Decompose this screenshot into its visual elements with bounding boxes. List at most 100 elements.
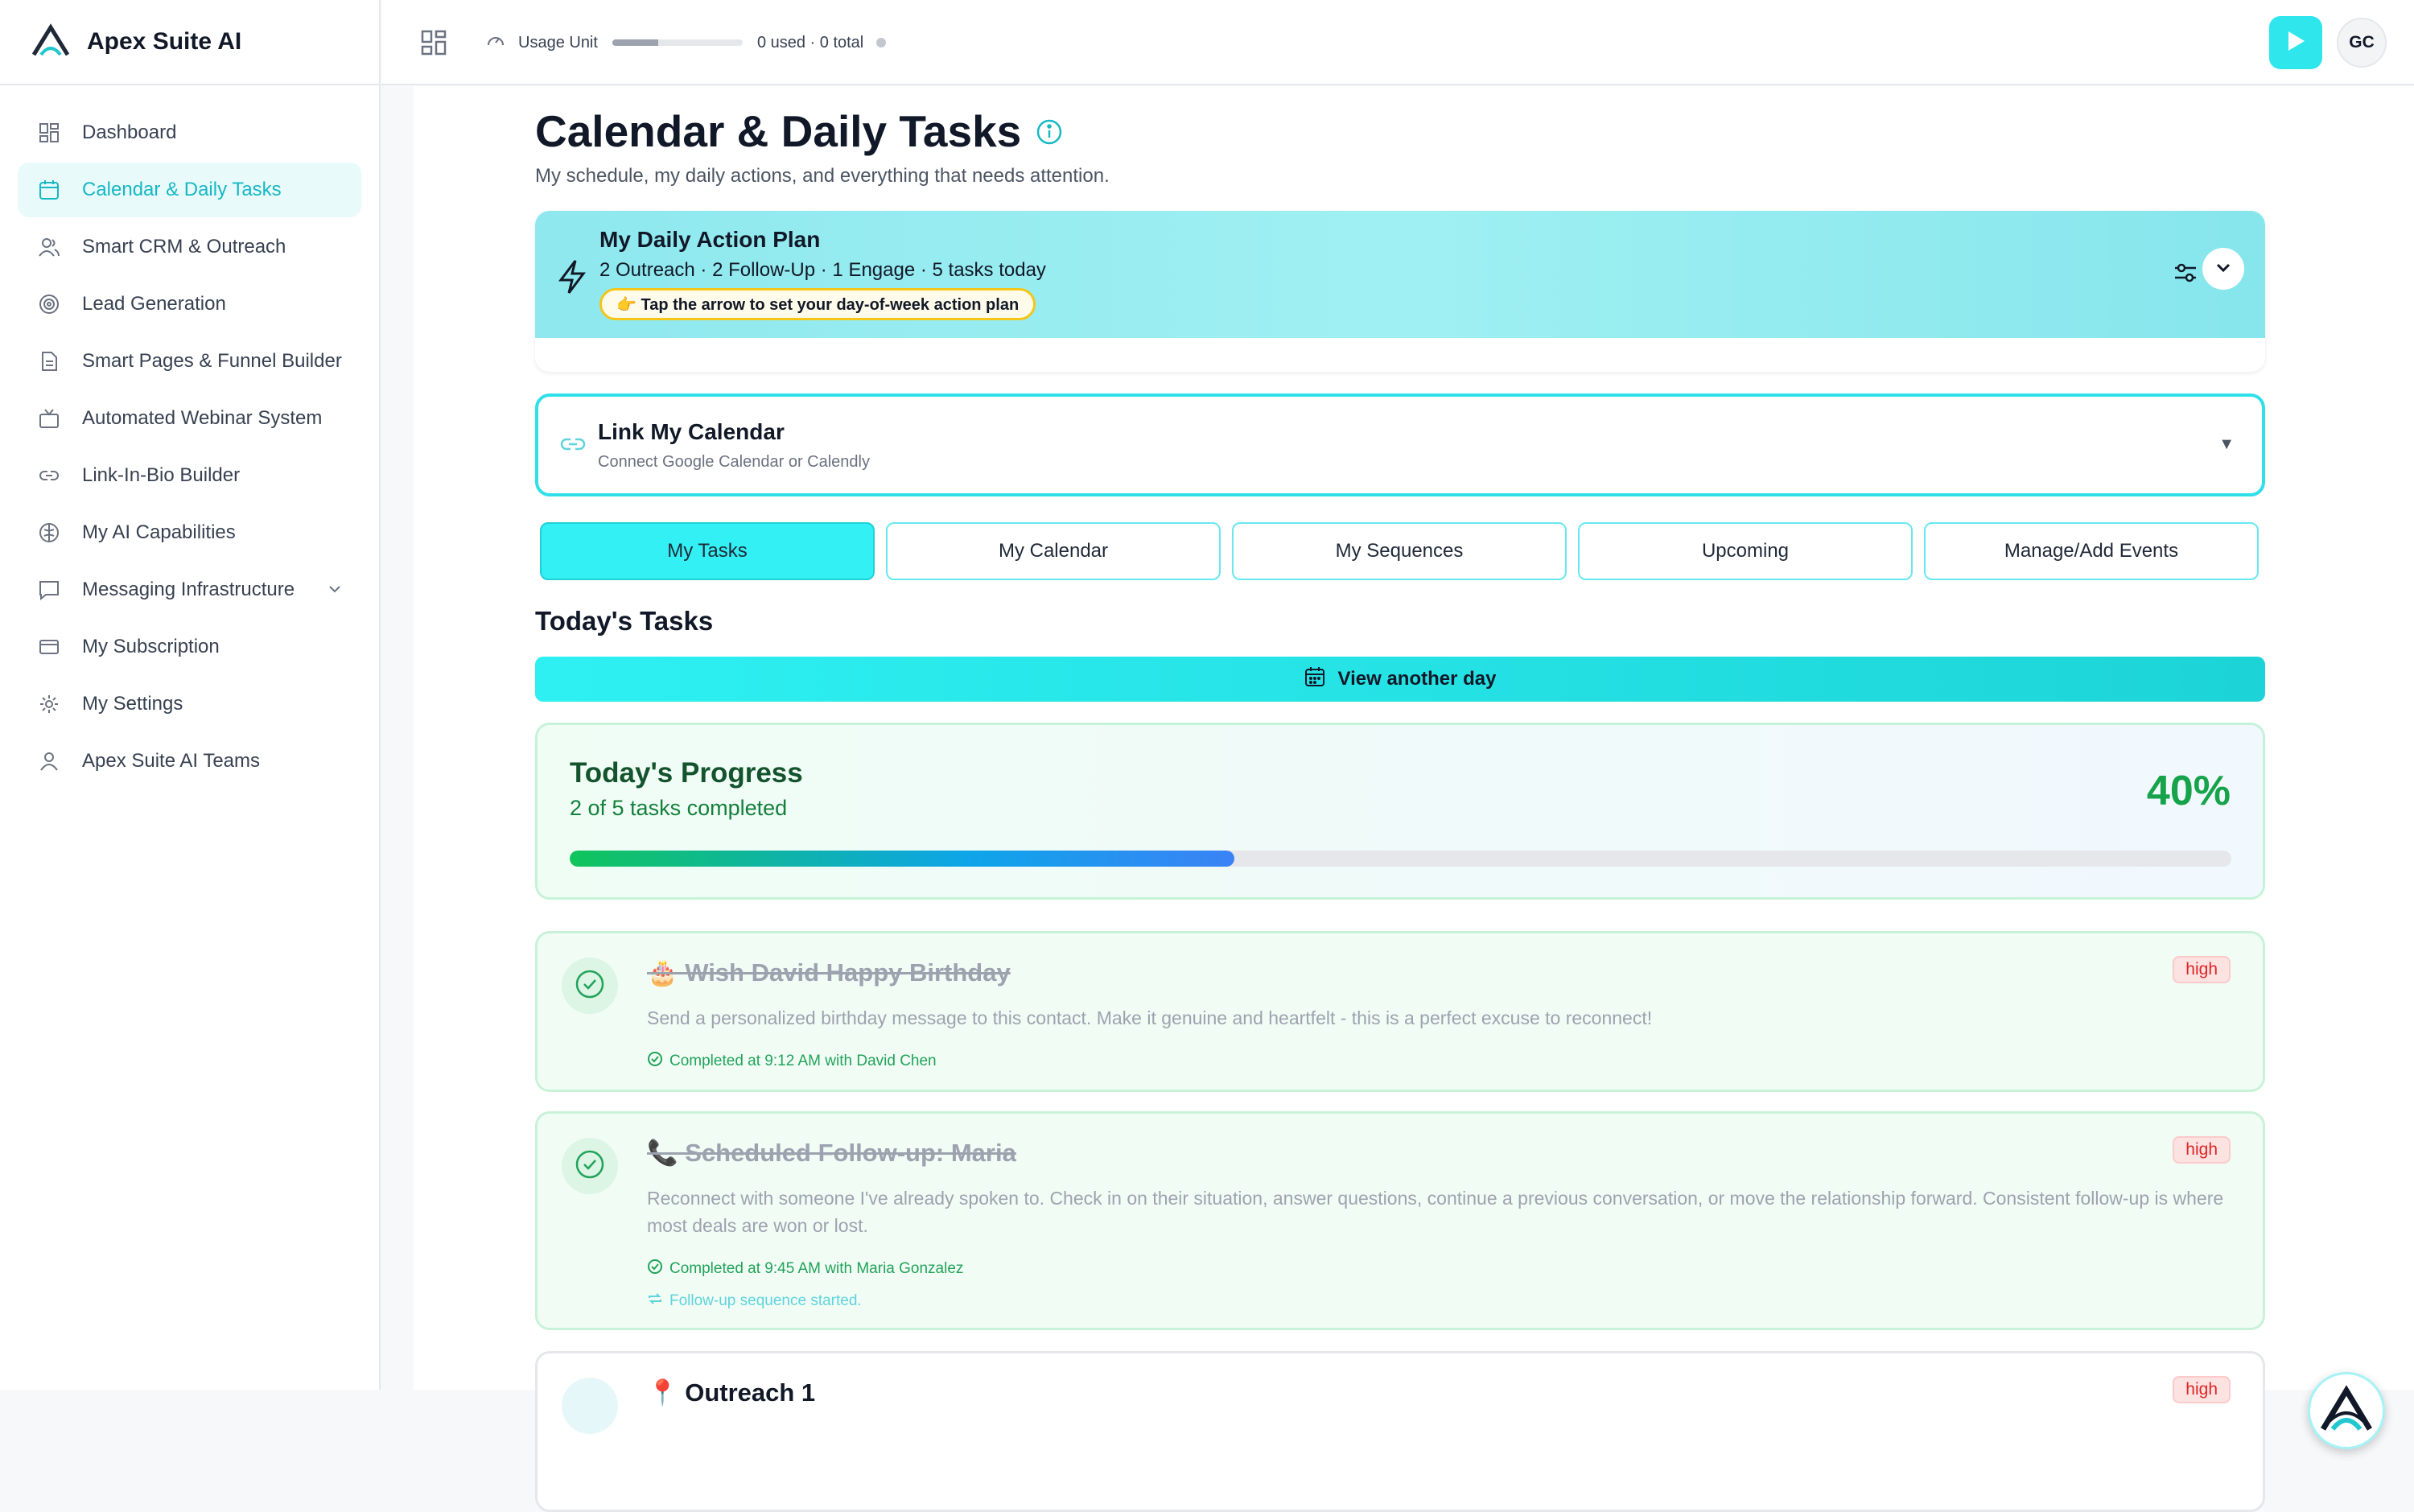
progress-subtitle: 2 of 5 tasks completed bbox=[570, 796, 788, 820]
usage-text: 0 used · 0 total bbox=[756, 33, 864, 51]
progress-bar bbox=[570, 851, 2231, 867]
logo-icon bbox=[31, 23, 71, 62]
brand[interactable]: Apex Suite AI bbox=[0, 0, 379, 85]
link-icon bbox=[559, 431, 587, 462]
message-icon bbox=[37, 578, 61, 602]
sidebar-item-label: Automated Webinar System bbox=[82, 407, 323, 429]
avatar[interactable]: GC bbox=[2337, 18, 2387, 68]
task-sequence-info: Follow-up sequence started. bbox=[647, 1291, 862, 1312]
sidebar-item-smart-pages[interactable]: Smart Pages & Funnel Builder bbox=[18, 334, 361, 389]
assistant-fab[interactable] bbox=[2308, 1372, 2385, 1449]
repeat-icon bbox=[647, 1291, 669, 1312]
tab-upcoming[interactable]: Upcoming bbox=[1578, 522, 1913, 580]
sidebar-item-label: Lead Generation bbox=[82, 293, 226, 315]
chevron-down-icon bbox=[2214, 257, 2233, 281]
sidebar-item-lead-generation[interactable]: Lead Generation bbox=[18, 277, 361, 332]
task-title: 📍 Outreach 1 bbox=[647, 1378, 816, 1407]
play-button[interactable] bbox=[2269, 16, 2322, 69]
sidebar-item-label: Messaging Infrastructure bbox=[82, 579, 295, 600]
sidebar: Apex Suite AI Dashboard Calendar & Daily… bbox=[0, 0, 381, 1390]
task-card[interactable]: 🎂 Wish David Happy Birthday high Send a … bbox=[535, 931, 2265, 1092]
sidebar-item-label: My Settings bbox=[82, 693, 183, 715]
progress-title: Today's Progress bbox=[570, 757, 803, 789]
priority-badge: high bbox=[2173, 956, 2231, 983]
progress-percent: 40% bbox=[2146, 768, 2231, 814]
sidebar-item-messaging[interactable]: Messaging Infrastructure bbox=[18, 562, 361, 617]
sidebar-item-label: My Subscription bbox=[82, 636, 220, 657]
calendar-icon bbox=[1304, 666, 1338, 693]
users-icon bbox=[37, 235, 61, 259]
link-calendar-panel[interactable]: Link My Calendar Connect Google Calendar… bbox=[535, 393, 2265, 496]
chevron-down-icon[interactable] bbox=[326, 580, 344, 604]
usage-bar-fill bbox=[612, 39, 658, 46]
priority-badge: high bbox=[2173, 1136, 2231, 1164]
task-card[interactable]: 📍 Outreach 1 high bbox=[535, 1351, 2265, 1512]
plan-header[interactable]: My Daily Action Plan 2 Outreach · 2 Foll… bbox=[535, 211, 2265, 338]
main-content: Calendar & Daily Tasks My schedule, my d… bbox=[414, 86, 2414, 1512]
gauge-icon bbox=[486, 31, 505, 55]
sidebar-item-ai-capabilities[interactable]: My AI Capabilities bbox=[18, 505, 361, 560]
plan-hint: 👉 Tap the arrow to set your day-of-week … bbox=[599, 288, 1036, 320]
progress-bar-fill bbox=[570, 851, 1234, 867]
sidebar-item-label: Link-In-Bio Builder bbox=[82, 464, 241, 486]
usage-bar bbox=[612, 39, 743, 46]
sidebar-item-dashboard[interactable]: Dashboard bbox=[18, 105, 361, 160]
task-completed-info: Completed at 9:45 AM with Maria Gonzalez bbox=[647, 1259, 963, 1279]
task-complete-toggle[interactable] bbox=[562, 958, 618, 1014]
task-description: Send a personalized birthday message to … bbox=[647, 1007, 1653, 1028]
plan-title: My Daily Action Plan bbox=[599, 227, 821, 252]
tab-my-calendar[interactable]: My Calendar bbox=[886, 522, 1221, 580]
apps-grid-icon[interactable] bbox=[420, 29, 447, 60]
target-icon bbox=[37, 292, 61, 316]
task-description: Reconnect with someone I've already spok… bbox=[647, 1188, 2224, 1236]
link-calendar-subtitle: Connect Google Calendar or Calendly bbox=[598, 453, 870, 471]
check-circle-icon bbox=[575, 969, 605, 1003]
task-complete-toggle[interactable] bbox=[562, 1138, 618, 1194]
task-card[interactable]: 📞 Scheduled Follow-up: Maria high Reconn… bbox=[535, 1111, 2265, 1330]
calendar-icon bbox=[37, 178, 61, 202]
page-subtitle: My schedule, my daily actions, and every… bbox=[535, 165, 1110, 187]
sidebar-item-settings[interactable]: My Settings bbox=[18, 677, 361, 731]
task-title: 📞 Scheduled Follow-up: Maria bbox=[647, 1139, 1016, 1167]
view-another-day-label: View another day bbox=[1337, 668, 1497, 690]
task-completed-info: Completed at 9:12 AM with David Chen bbox=[647, 1051, 937, 1072]
tab-bar: My Tasks My Calendar My Sequences Upcomi… bbox=[540, 522, 2259, 580]
brand-name: Apex Suite AI bbox=[87, 28, 242, 55]
tab-my-tasks[interactable]: My Tasks bbox=[540, 522, 875, 580]
tab-manage-events[interactable]: Manage/Add Events bbox=[1924, 522, 2259, 580]
sliders-icon[interactable] bbox=[2173, 261, 2198, 289]
check-circle-icon bbox=[647, 1259, 669, 1279]
sidebar-item-crm[interactable]: Smart CRM & Outreach bbox=[18, 220, 361, 274]
sidebar-item-label: My AI Capabilities bbox=[82, 521, 236, 543]
link-icon bbox=[37, 463, 61, 488]
sidebar-item-webinar[interactable]: Automated Webinar System bbox=[18, 391, 361, 446]
priority-badge: high bbox=[2173, 1376, 2231, 1403]
gear-icon bbox=[37, 692, 61, 716]
info-icon[interactable] bbox=[1036, 118, 1063, 150]
task-sequence-text: Follow-up sequence started. bbox=[669, 1292, 862, 1309]
task-complete-toggle[interactable] bbox=[562, 1378, 618, 1434]
link-calendar-title: Link My Calendar bbox=[598, 419, 785, 444]
page-title: Calendar & Daily Tasks bbox=[535, 106, 1022, 156]
sidebar-item-teams[interactable]: Apex Suite AI Teams bbox=[18, 734, 361, 789]
sidebar-item-label: Smart Pages & Funnel Builder bbox=[82, 350, 342, 372]
document-icon bbox=[37, 349, 61, 373]
view-another-day-button[interactable]: View another day bbox=[535, 657, 2265, 702]
caret-down-icon: ▼ bbox=[2218, 435, 2235, 453]
topbar: Usage Unit 0 used · 0 total GC bbox=[381, 0, 2414, 85]
brain-icon bbox=[37, 521, 61, 545]
check-circle-icon bbox=[575, 1149, 605, 1184]
status-dot bbox=[876, 38, 887, 47]
tab-my-sequences[interactable]: My Sequences bbox=[1232, 522, 1567, 580]
sidebar-item-calendar[interactable]: Calendar & Daily Tasks bbox=[18, 163, 361, 217]
play-icon bbox=[2285, 30, 2306, 56]
plan-expand-button[interactable] bbox=[2202, 248, 2244, 290]
sidebar-item-link-in-bio[interactable]: Link-In-Bio Builder bbox=[18, 448, 361, 503]
sidebar-item-label: Apex Suite AI Teams bbox=[82, 750, 261, 772]
progress-card: Today's Progress 2 of 5 tasks completed … bbox=[535, 723, 2265, 900]
sidebar-item-subscription[interactable]: My Subscription bbox=[18, 620, 361, 674]
team-icon bbox=[37, 749, 61, 773]
logo-icon bbox=[2318, 1384, 2375, 1438]
daily-action-plan: My Daily Action Plan 2 Outreach · 2 Foll… bbox=[535, 211, 2265, 372]
usage-label: Usage Unit bbox=[518, 33, 598, 51]
